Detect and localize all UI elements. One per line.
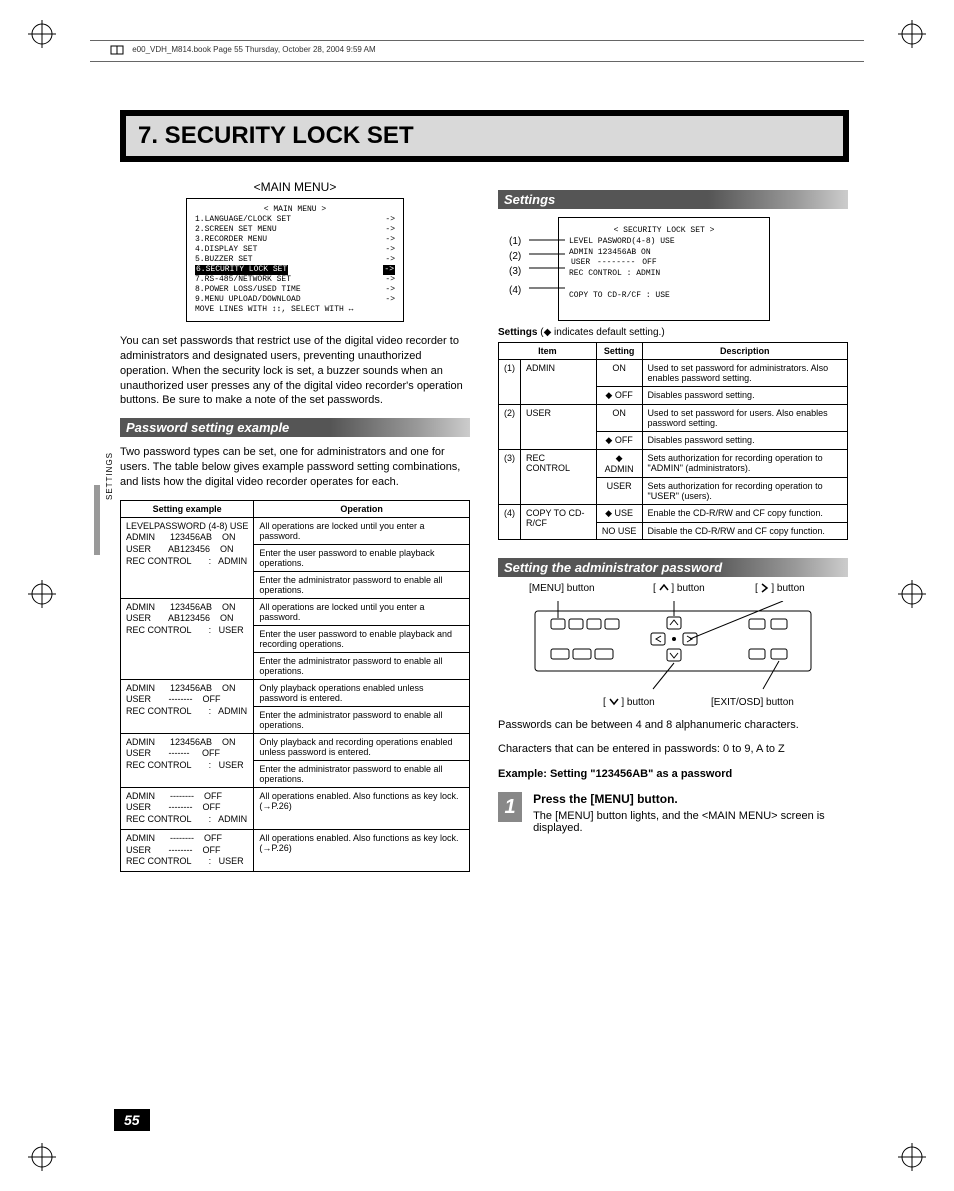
section-heading-admin-pw: Setting the administrator password [498, 558, 848, 577]
page-number: 55 [114, 1109, 150, 1131]
example-op: All operations are locked until you ente… [254, 517, 470, 544]
example-setting: ADMIN 123456AB ON USER AB123456 ON REC C… [126, 602, 248, 637]
header-ruler: e00_VDH_M814.book Page 55 Thursday, Octo… [90, 40, 864, 62]
example-op: Only playback operations enabled unless … [254, 679, 470, 706]
pw-rule-1: Passwords can be between 4 and 8 alphanu… [498, 718, 848, 733]
side-tab-bar [94, 485, 100, 555]
crop-mark-icon [28, 580, 56, 608]
label-up-button: [ ] button [653, 583, 705, 594]
example-op: All operations are locked until you ente… [254, 598, 470, 625]
main-menu-screenshot: < MAIN MENU > 1.LANGUAGE/CLOCK SET-> 2.S… [186, 198, 404, 322]
example-op: Only playback and recording operations e… [254, 733, 470, 760]
col-operation: Operation [254, 500, 470, 517]
example-op: Enter the administrator password to enab… [254, 652, 470, 679]
label-exit-button: [EXIT/OSD] button [711, 697, 794, 708]
left-column: <MAIN MENU> < MAIN MENU > 1.LANGUAGE/CLO… [120, 180, 470, 872]
title-block: 7. SECURITY LOCK SET [120, 110, 849, 162]
example-op: All operations enabled. Also functions a… [254, 787, 470, 829]
example-op: Enter the user password to enable playba… [254, 544, 470, 571]
example-op: Enter the administrator password to enab… [254, 571, 470, 598]
col-description: Description [642, 342, 847, 359]
menu-title: < MAIN MENU > [195, 205, 395, 215]
crop-mark-icon [28, 20, 56, 48]
example-op: Enter the administrator password to enab… [254, 706, 470, 733]
section-heading-password: Password setting example [120, 418, 470, 437]
label-menu-button: [MENU] button [529, 583, 595, 594]
col-setting: Setting [596, 342, 642, 359]
controller-diagram: [MENU] button [ ] button [ ] button [533, 587, 813, 694]
pw-rule-2: Characters that can be entered in passwo… [498, 742, 848, 757]
crop-mark-icon [28, 1143, 56, 1171]
step-body: The [MENU] button lights, and the <MAIN … [533, 810, 833, 834]
col-item: Item [499, 342, 597, 359]
example-op: Enter the user password to enable playba… [254, 625, 470, 652]
security-lock-screenshot: (1) (2) (3) (4) < SECURITY LOCK SET > LE… [558, 217, 770, 321]
section-heading-settings: Settings [498, 190, 848, 209]
example-setting: LEVELPASSWORD (4-8) USE ADMIN 123456AB O… [126, 521, 248, 568]
callout-numbers: (1) (2) (3) (4) [509, 234, 521, 298]
book-icon [110, 43, 124, 57]
example-heading: Example: Setting "123456AB" as a passwor… [498, 767, 848, 782]
crop-mark-icon [898, 20, 926, 48]
side-tab: SETTINGS [105, 452, 114, 500]
step-title: Press the [MENU] button. [533, 792, 833, 806]
password-examples-table: Setting example Operation LEVELPASSWORD … [120, 500, 470, 872]
front-panel-icon [533, 601, 813, 691]
header-text: e00_VDH_M814.book Page 55 Thursday, Octo… [132, 45, 375, 54]
menu-footer: MOVE LINES WITH ↕↕, SELECT WITH ↔ [195, 305, 395, 315]
page: e00_VDH_M814.book Page 55 Thursday, Octo… [0, 0, 954, 1191]
settings-caption: (◆ indicates default setting.) [540, 327, 664, 338]
label-right-button: [ ] button [755, 583, 805, 594]
example-op: Enter the administrator password to enab… [254, 760, 470, 787]
password-intro: Two password types can be set, one for a… [120, 445, 470, 490]
crop-mark-icon [898, 580, 926, 608]
crop-mark-icon [898, 1143, 926, 1171]
leader-lines-icon [529, 236, 565, 296]
page-title: 7. SECURITY LOCK SET [126, 116, 843, 156]
example-setting: ADMIN -------- OFF USER -------- OFF REC… [126, 791, 248, 826]
example-setting: ADMIN 123456AB ON USER ------- OFF REC C… [126, 737, 248, 772]
col-setting-example: Setting example [121, 500, 254, 517]
label-down-button: [ ] button [603, 697, 655, 708]
main-menu-label: <MAIN MENU> [120, 180, 470, 194]
example-op: All operations enabled. Also functions a… [254, 829, 470, 871]
example-setting: ADMIN -------- OFF USER -------- OFF REC… [126, 833, 248, 868]
right-column: Settings (1) (2) (3) (4) < SECURITY LOCK… [498, 180, 848, 872]
step-1: 1 Press the [MENU] button. The [MENU] bu… [498, 792, 848, 834]
intro-paragraph: You can set passwords that restrict use … [120, 334, 470, 408]
example-setting: ADMIN 123456AB ON USER -------- OFF REC … [126, 683, 248, 718]
settings-table: Item Setting Description (1) ADMIN ON Us… [498, 342, 848, 540]
step-number: 1 [498, 792, 522, 822]
